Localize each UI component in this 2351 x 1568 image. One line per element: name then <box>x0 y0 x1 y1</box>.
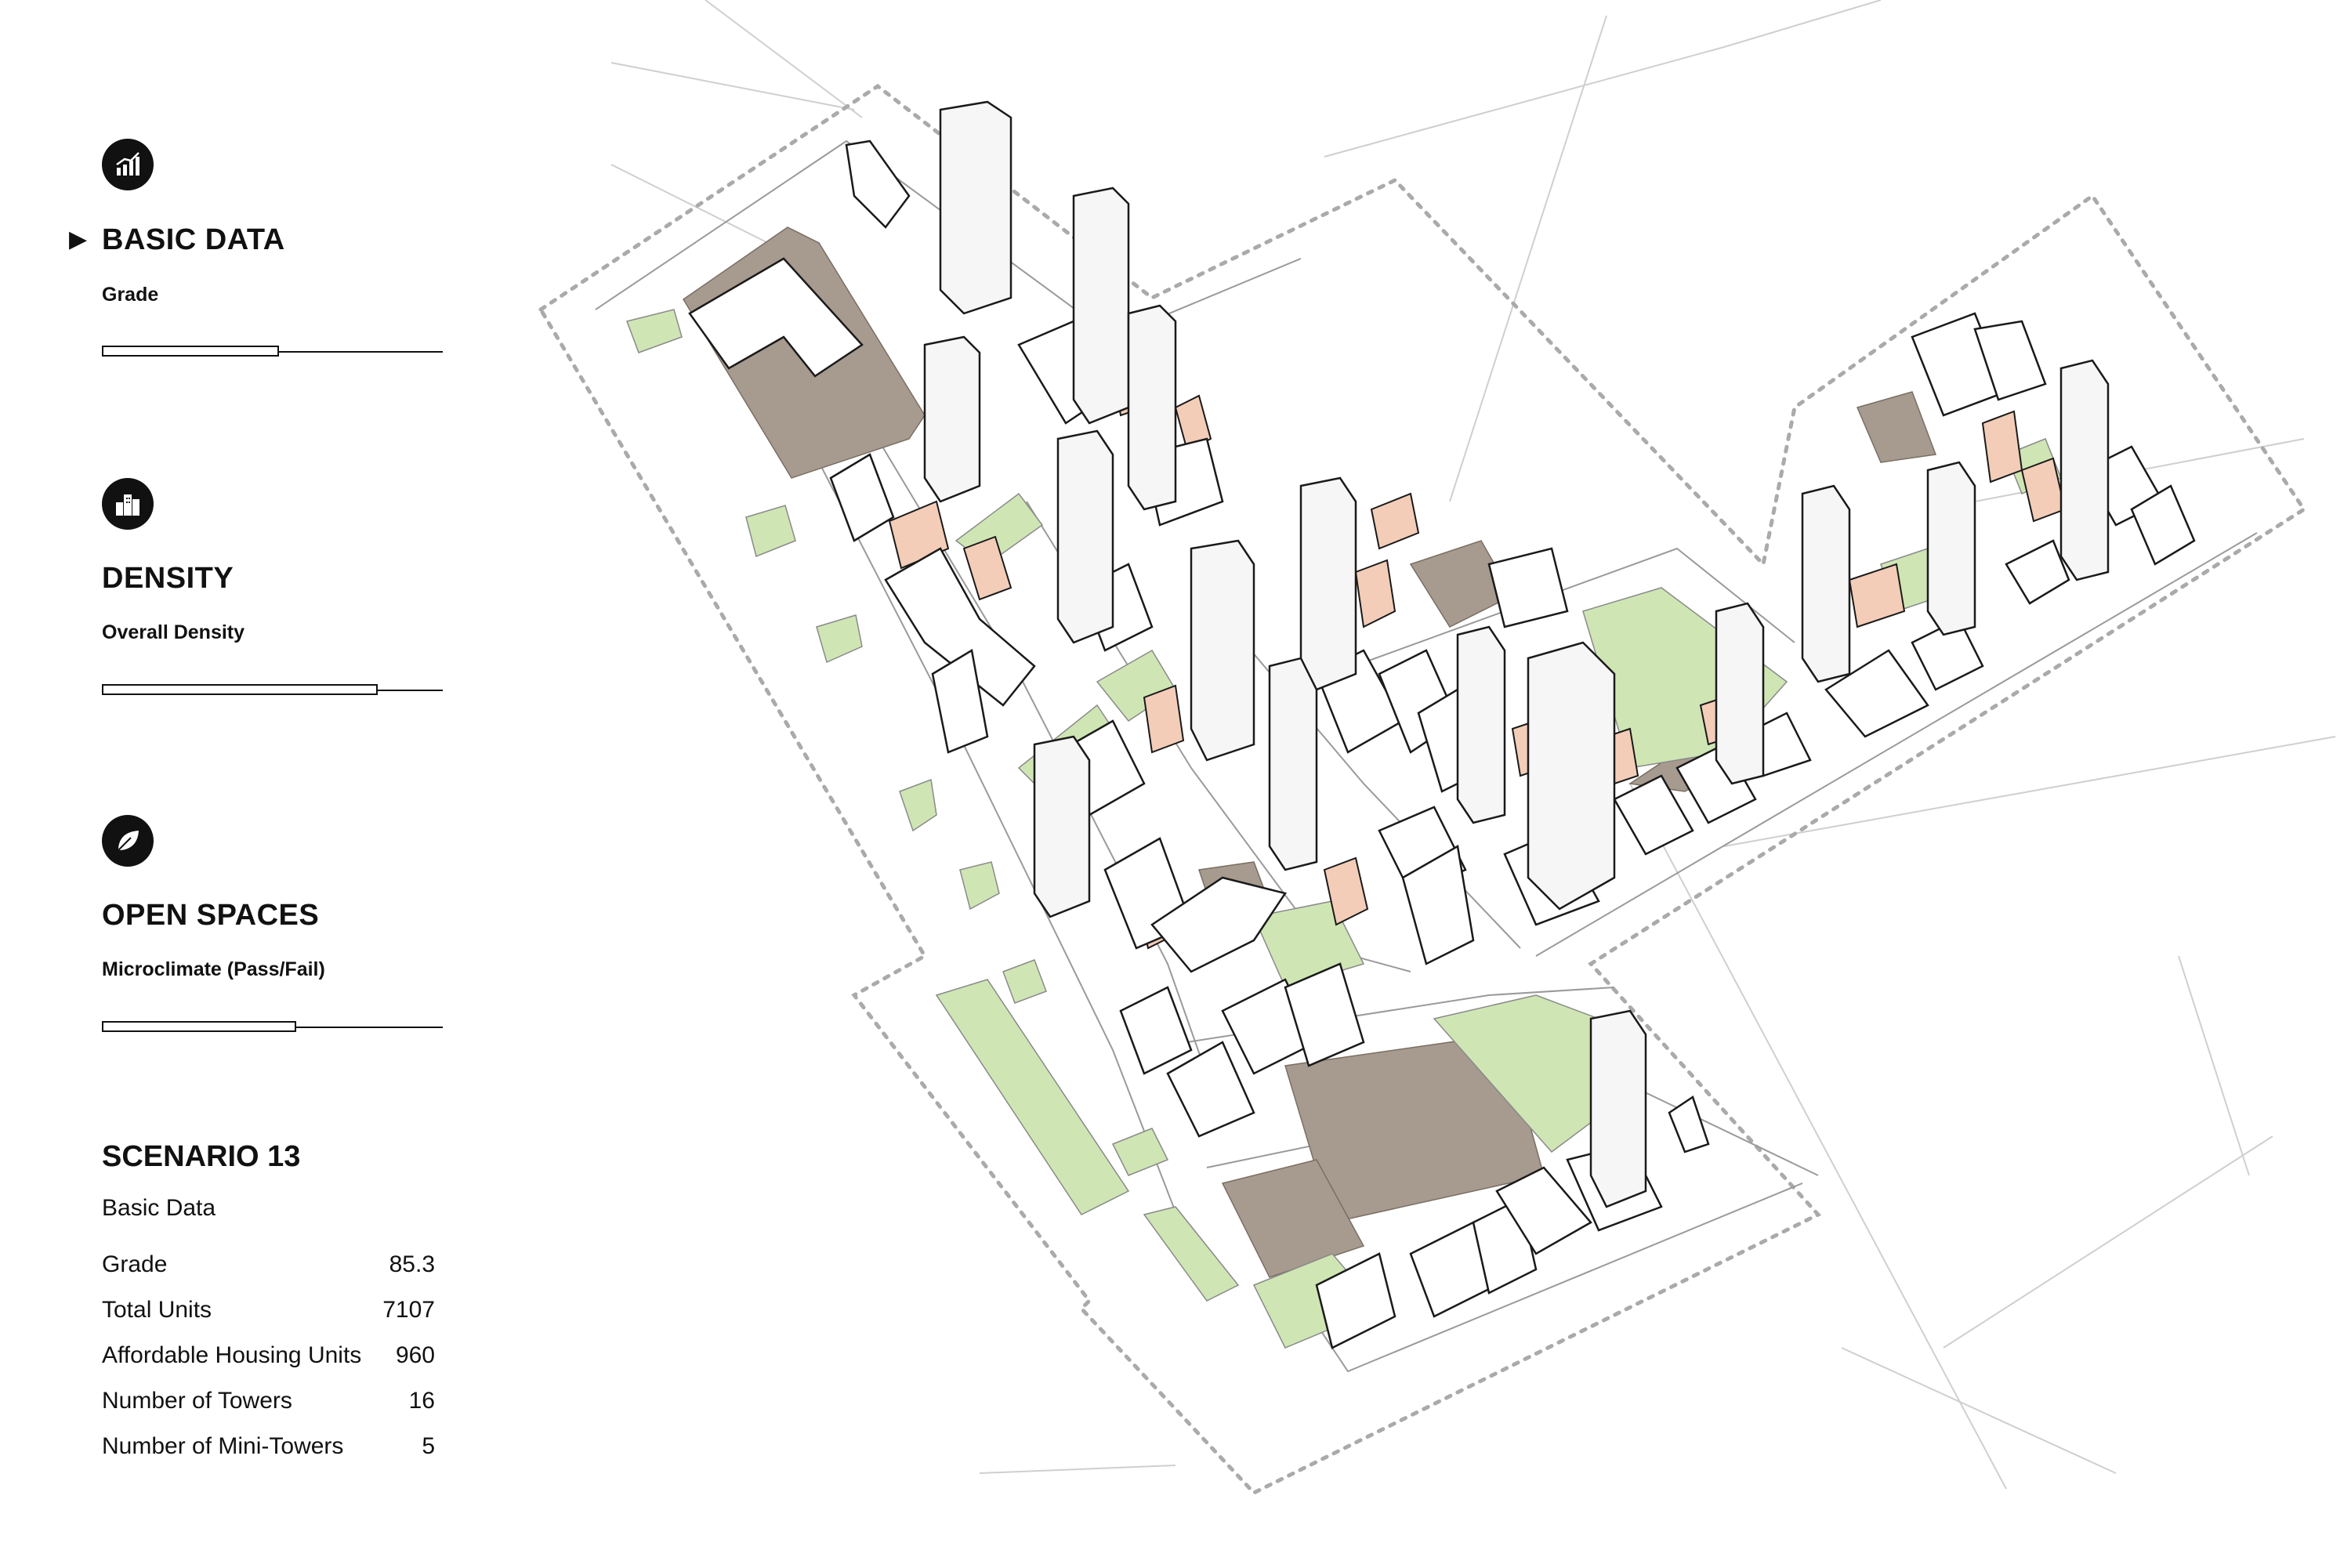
section-title-density[interactable]: DENSITY <box>102 562 234 596</box>
slider-fill <box>102 346 280 357</box>
stat-value: 960 <box>395 1342 435 1368</box>
stat-label: Total Units <box>102 1297 212 1323</box>
stat-label: Number of Towers <box>102 1388 292 1414</box>
stat-label: Affordable Housing Units <box>102 1342 362 1368</box>
stat-row-total-units: Total Units 7107 <box>102 1287 435 1333</box>
stat-row-grade: Grade 85.3 <box>102 1242 435 1287</box>
stat-value: 5 <box>422 1433 435 1459</box>
stat-value: 85.3 <box>389 1251 435 1277</box>
leaf-icon[interactable] <box>102 815 154 867</box>
stat-label: Number of Mini-Towers <box>102 1433 344 1459</box>
stat-row-affordable-units: Affordable Housing Units 960 <box>102 1333 435 1378</box>
microclimate-slider[interactable] <box>102 1019 443 1036</box>
bar-chart-icon[interactable] <box>102 139 154 190</box>
metric-label-overall-density: Overall Density <box>102 621 245 643</box>
section-title-open-spaces[interactable]: OPEN SPACES <box>102 899 319 932</box>
stat-label: Grade <box>102 1251 168 1277</box>
active-section-arrow-icon: ▶ <box>69 226 88 252</box>
density-slider[interactable] <box>102 682 443 699</box>
slider-fill <box>102 1021 296 1032</box>
metric-label-microclimate: Microclimate (Pass/Fail) <box>102 958 325 980</box>
scenario-title: SCENARIO 13 <box>102 1140 301 1173</box>
stat-row-mini-towers: Number of Mini-Towers 5 <box>102 1424 435 1469</box>
scenario-subtitle: Basic Data <box>102 1195 216 1221</box>
section-title-basic-data[interactable]: BASIC DATA <box>102 223 285 257</box>
stat-value: 7107 <box>382 1297 435 1323</box>
grade-slider[interactable] <box>102 343 443 360</box>
stat-row-towers: Number of Towers 16 <box>102 1378 435 1424</box>
massing-drawing <box>538 0 2336 1496</box>
left-panel: ▶ BASIC DATA Grade DENSITY Overall Densi… <box>0 0 470 1568</box>
metric-label-grade: Grade <box>102 284 159 306</box>
slider-fill <box>102 684 379 695</box>
site-massing-model[interactable] <box>470 0 2351 1568</box>
stat-value: 16 <box>408 1388 435 1414</box>
scenario-stats: Grade 85.3 Total Units 7107 Affordable H… <box>102 1242 435 1469</box>
buildings-icon[interactable] <box>102 478 154 530</box>
